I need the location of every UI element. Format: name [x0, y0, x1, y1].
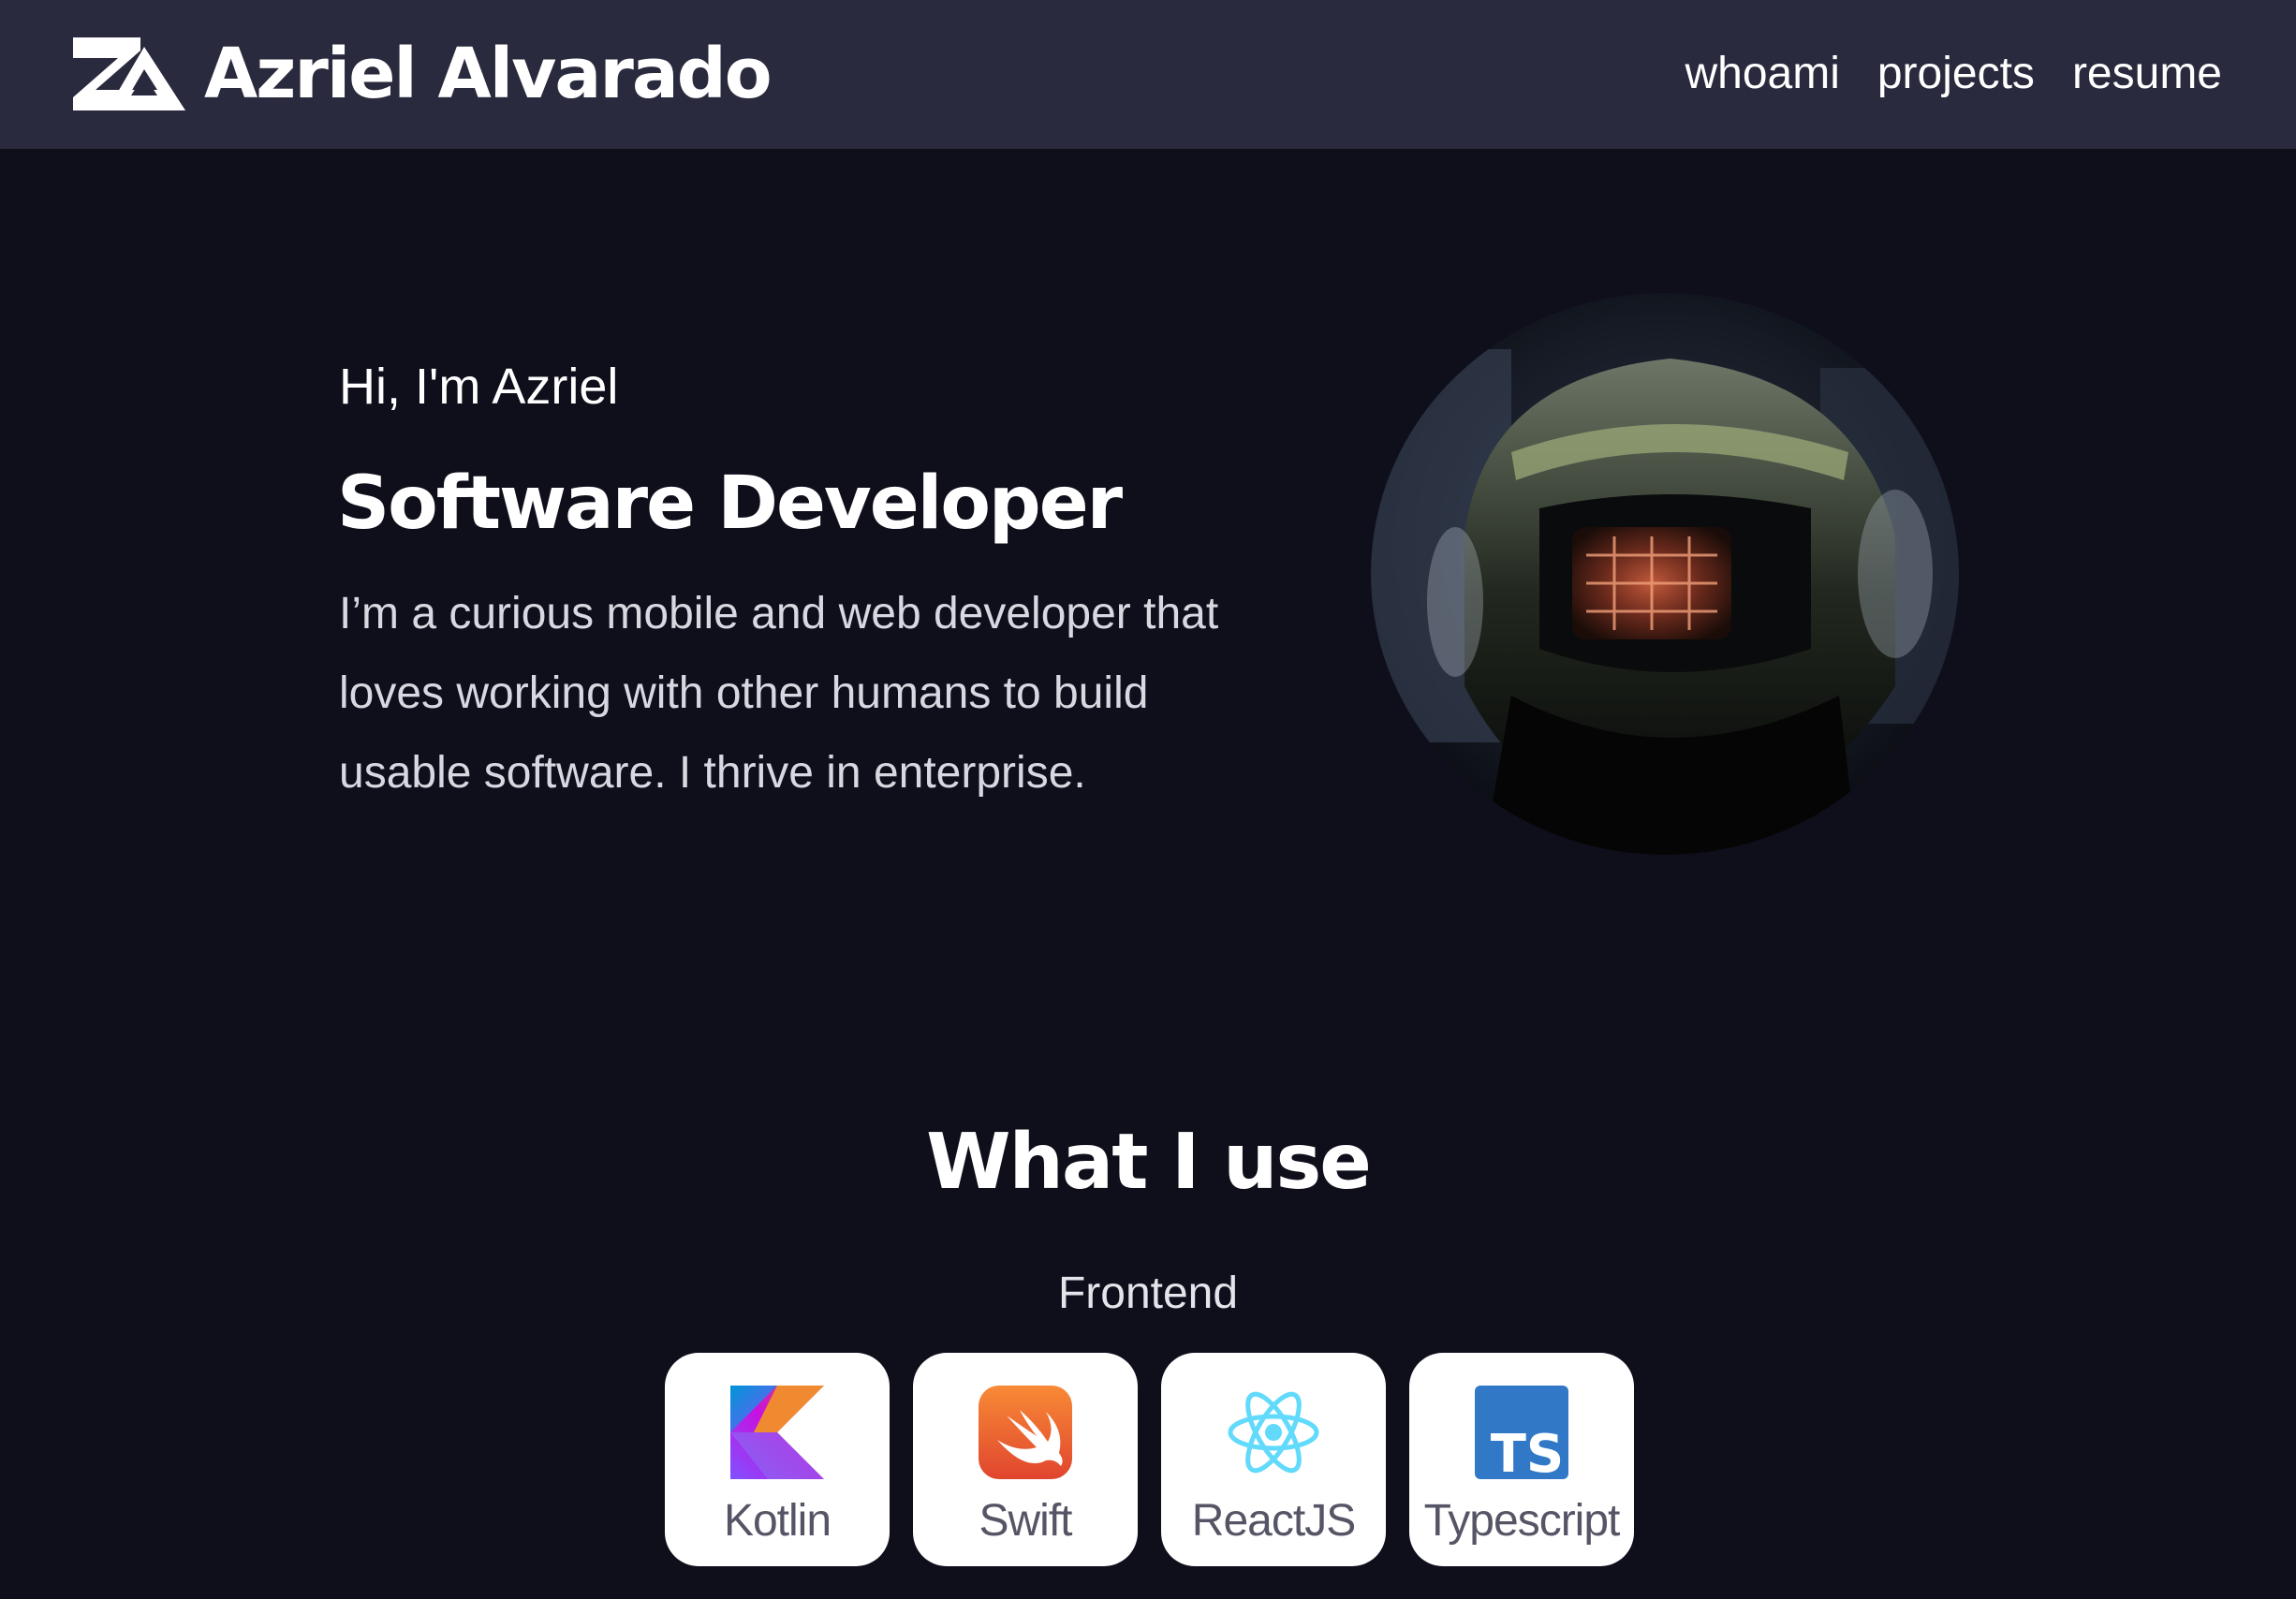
nav-link-projects[interactable]: projects — [1877, 43, 2035, 105]
az-monogram-icon[interactable] — [73, 37, 185, 110]
tech-label-kotlin: Kotlin — [723, 1496, 832, 1546]
nav-link-resume[interactable]: resume — [2072, 43, 2222, 105]
tech-label-reactjs: ReactJS — [1191, 1496, 1356, 1546]
avatar-photo — [1371, 293, 1959, 855]
react-icon — [1228, 1391, 1319, 1474]
navbar: Azriel Alvarado whoami projects resume — [0, 0, 2296, 149]
tech-label-swift: Swift — [979, 1496, 1072, 1546]
tech-card-reactjs[interactable]: ReactJS — [1161, 1353, 1386, 1566]
tech-card-typescript[interactable]: TS Typescript — [1409, 1353, 1634, 1566]
hero-bio: I’m a curious mobile and web developer t… — [339, 589, 1219, 798]
tech-card-kotlin[interactable]: Kotlin — [665, 1353, 890, 1566]
site-brand[interactable]: Azriel Alvarado — [204, 32, 773, 116]
kotlin-icon — [730, 1386, 824, 1479]
hero-role: Software Developer — [337, 462, 1123, 546]
typescript-icon: TS — [1475, 1386, 1568, 1479]
tech-label-typescript: Typescript — [1423, 1496, 1621, 1546]
tech-list-frontend: Kotlin Swift ReactJS TS Typescript — [665, 1353, 1634, 1566]
svg-text:TS: TS — [1491, 1424, 1565, 1479]
main-nav: whoami projects resume — [1685, 43, 2222, 105]
helmet-reflection-photo — [1371, 293, 1959, 855]
swift-icon — [979, 1386, 1072, 1479]
tech-card-swift[interactable]: Swift — [913, 1353, 1138, 1566]
nav-link-whoami[interactable]: whoami — [1685, 43, 1839, 105]
category-label-frontend: Frontend — [1057, 1269, 1239, 1318]
skills-title: What I use — [926, 1118, 1372, 1207]
hero-greeting: Hi, I'm Azriel — [339, 359, 619, 415]
